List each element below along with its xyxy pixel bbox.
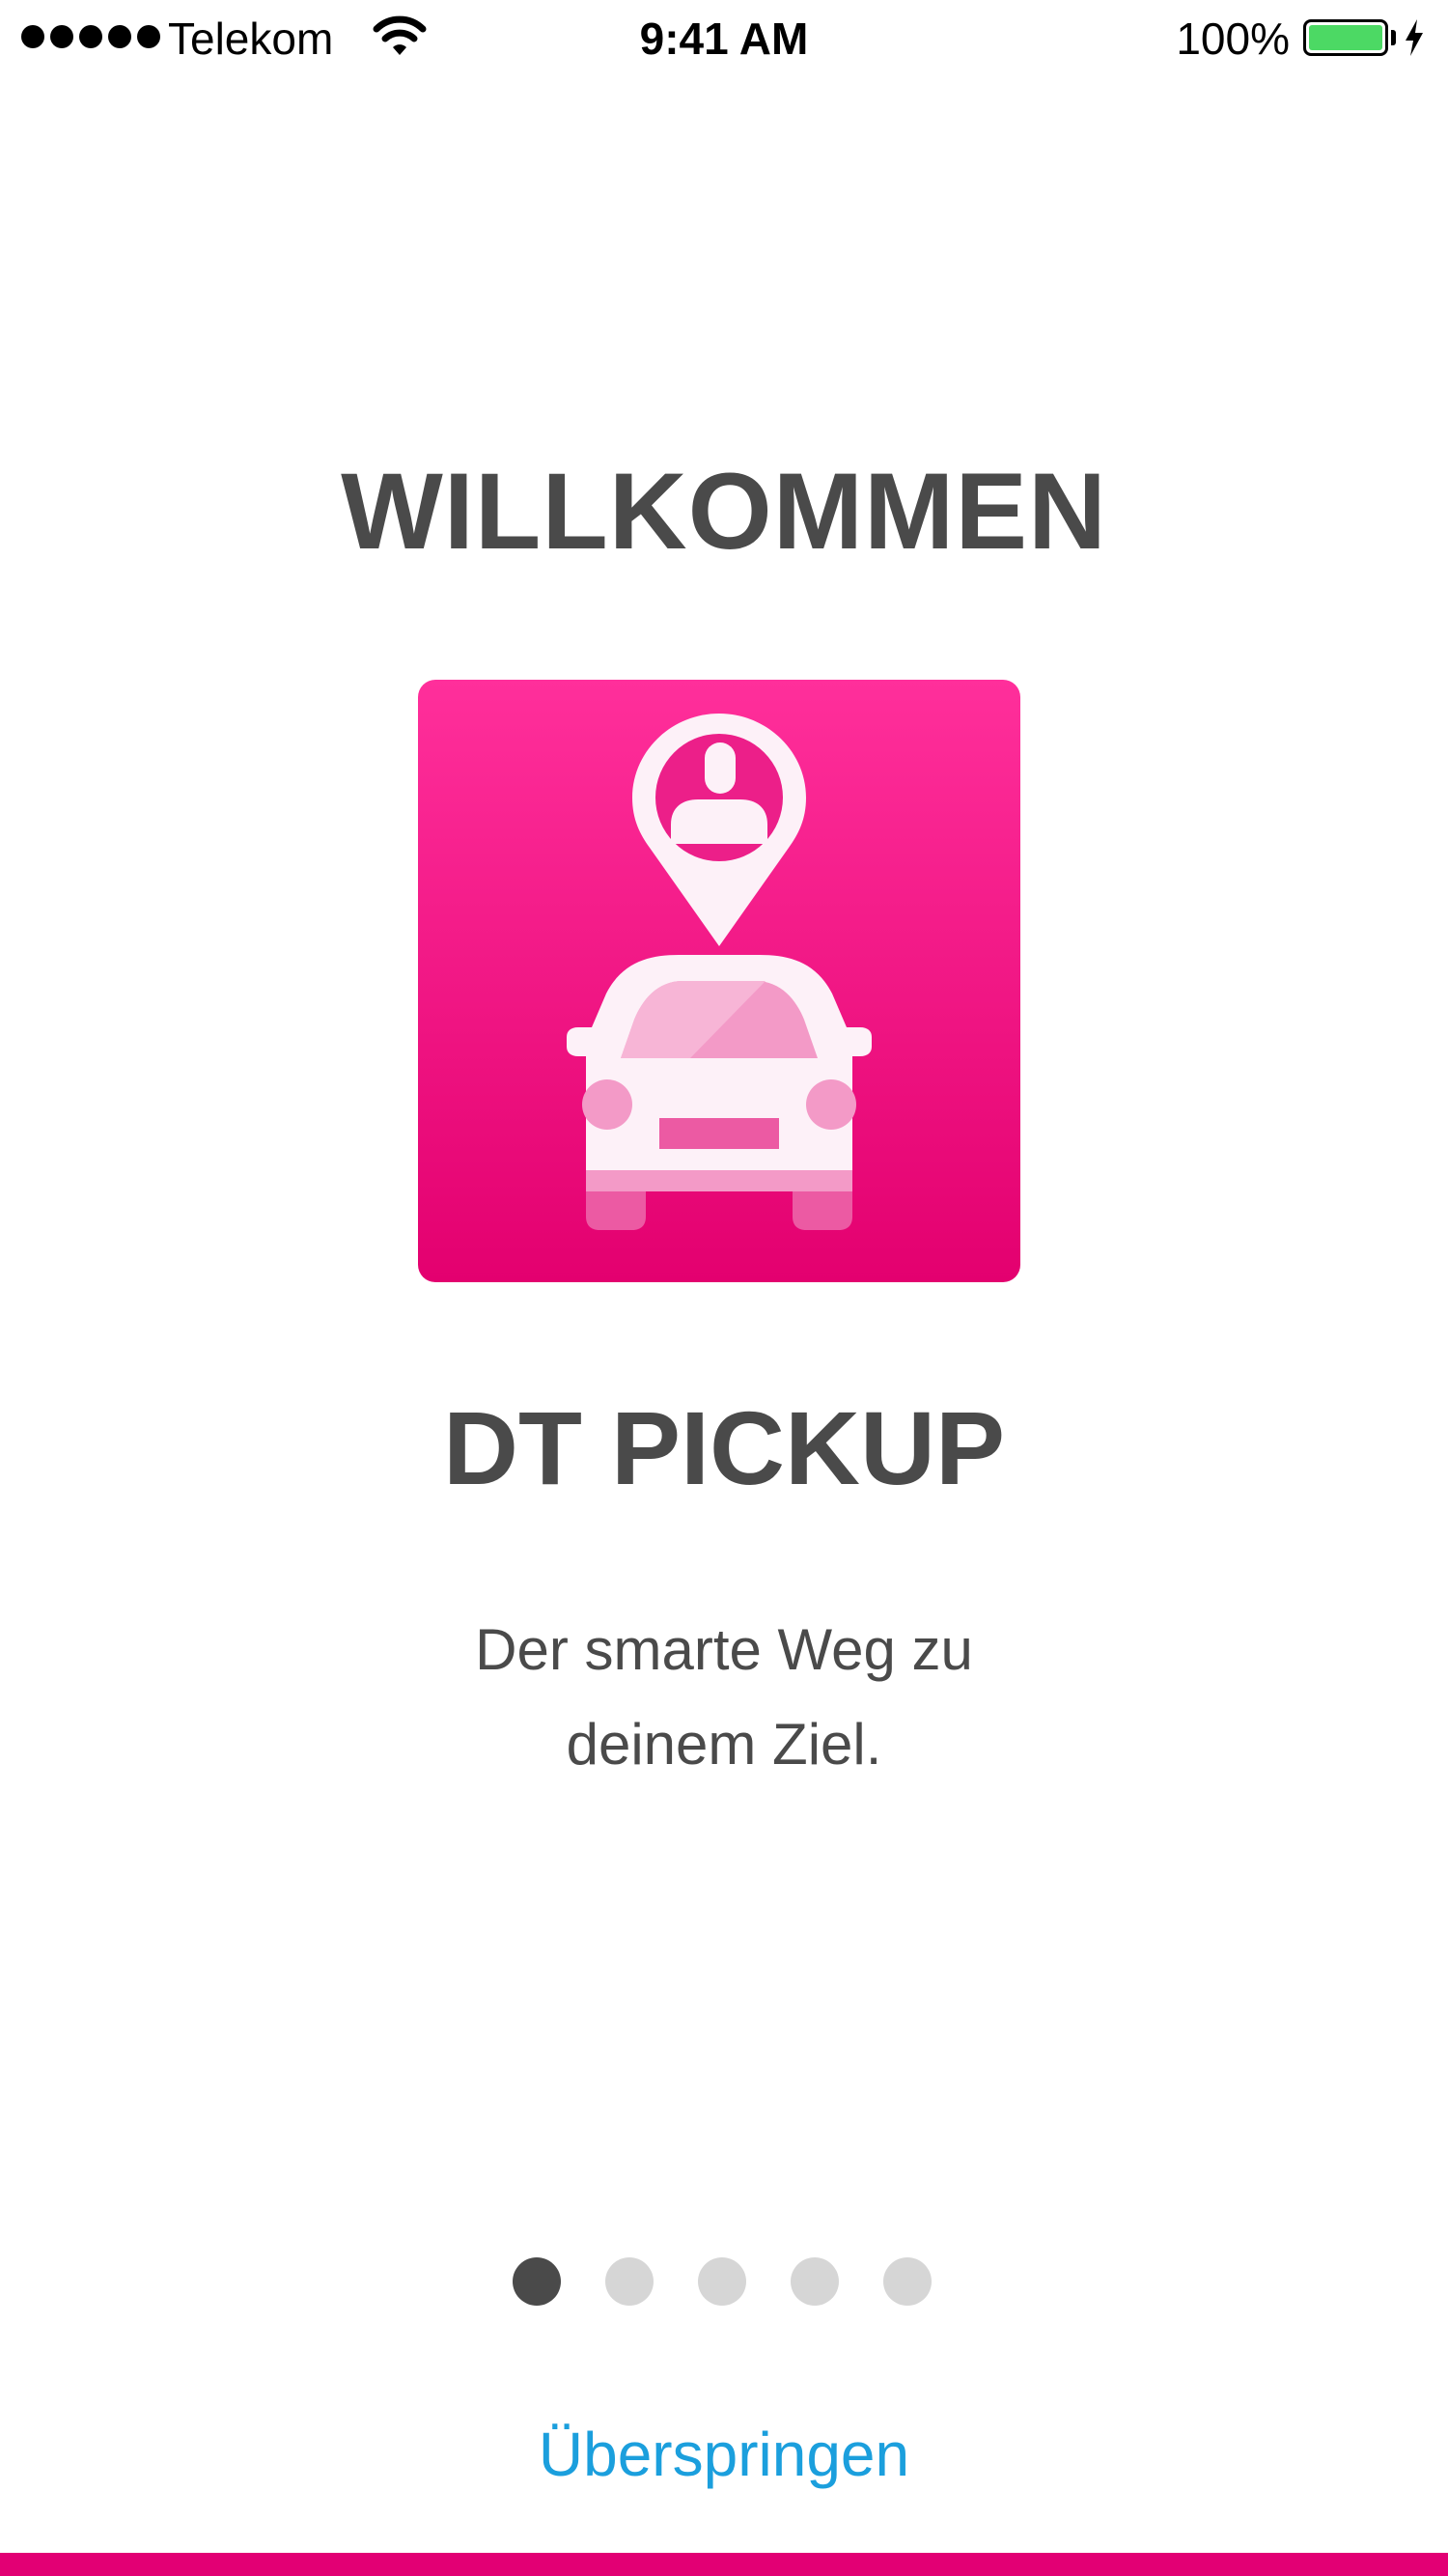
status-bar: Telekom 9:41 AM 100% <box>0 0 1448 77</box>
page-dot-2[interactable] <box>605 2257 654 2306</box>
page-indicator[interactable] <box>513 2257 932 2306</box>
battery-icon <box>1303 19 1388 56</box>
battery-percentage: 100% <box>1176 14 1290 64</box>
skip-button[interactable]: Überspringen <box>0 2416 1448 2493</box>
page-dot-5[interactable] <box>883 2257 932 2306</box>
page-dot-4[interactable] <box>791 2257 839 2306</box>
tagline: Der smarte Weg zu deinem Ziel. <box>338 1603 1110 1792</box>
brand-bottom-bar <box>0 2553 1448 2576</box>
page-dot-1[interactable] <box>513 2257 561 2306</box>
battery-terminal <box>1391 30 1396 45</box>
app-name: DT PICKUP <box>442 1389 1006 1506</box>
welcome-title: WILLKOMMEN <box>341 451 1107 572</box>
tagline-line-2: deinem Ziel. <box>566 1712 882 1777</box>
app-icon <box>418 680 1020 1282</box>
page-dot-3[interactable] <box>698 2257 746 2306</box>
charging-bolt-icon <box>1406 19 1423 56</box>
car-pickup-location-icon <box>567 714 872 1230</box>
tagline-line-1: Der smarte Weg zu <box>475 1617 973 1682</box>
